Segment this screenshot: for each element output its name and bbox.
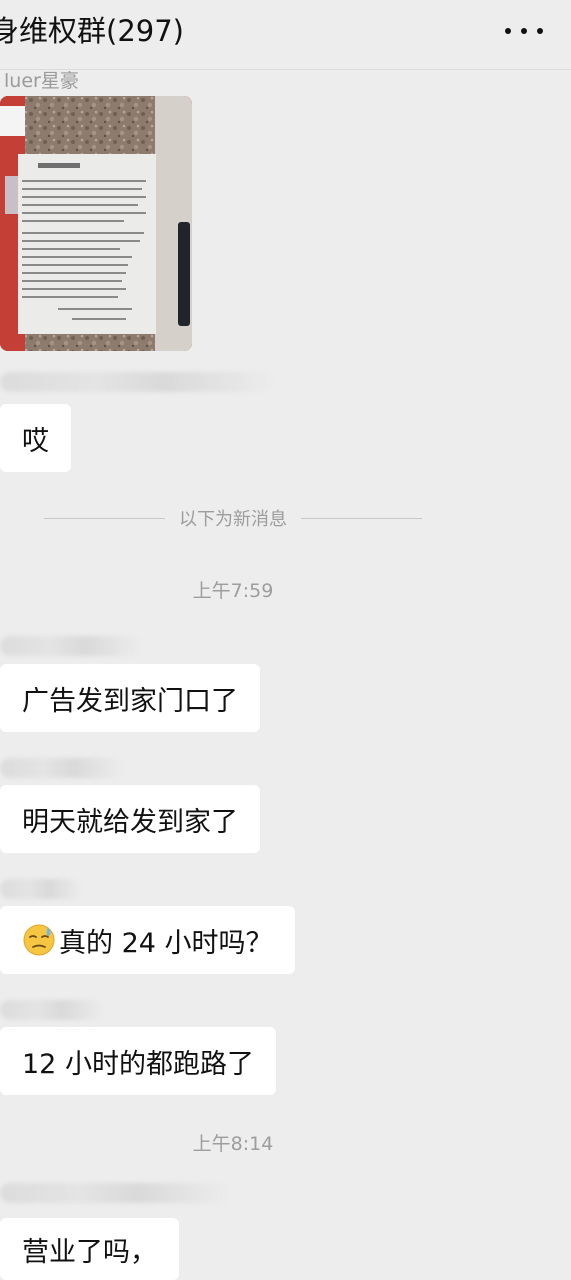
notice-photo <box>0 96 192 351</box>
blurred-sender-name <box>0 636 142 656</box>
more-options-button[interactable] <box>505 16 543 46</box>
group-title[interactable]: 身维权群(297) <box>0 11 184 51</box>
message-text: 明天就给发到家了 <box>22 806 238 838</box>
chat-screen: 身维权群(297) luer星豪 哎 以下为新消息 上午7:59 广告发到家门口… <box>0 0 571 1280</box>
blurred-sender-name <box>0 879 82 899</box>
message-bubble[interactable]: 12 小时的都跑路了 <box>0 1027 276 1095</box>
timestamp: 上午7:59 <box>192 580 274 602</box>
chat-header: 身维权群(297) <box>0 0 571 70</box>
message-text: 哎 <box>22 425 49 457</box>
message-bubble[interactable]: 营业了吗， <box>0 1218 179 1280</box>
sender-name: luer星豪 <box>4 70 79 92</box>
blurred-sender-name <box>0 1183 230 1203</box>
blurred-sender-name <box>0 758 124 778</box>
photo-message[interactable] <box>0 96 192 351</box>
message-bubble[interactable]: 哎 <box>0 404 71 472</box>
message-text: 广告发到家门口了 <box>22 685 238 717</box>
divider-line <box>44 517 165 519</box>
message-text: 营业了吗， <box>22 1236 157 1268</box>
blurred-sender-name <box>0 372 275 392</box>
message-bubble[interactable]: 广告发到家门口了 <box>0 664 260 732</box>
message-text: 12 小时的都跑路了 <box>22 1048 254 1080</box>
timestamp: 上午8:14 <box>192 1133 274 1155</box>
message-bubble[interactable]: 明天就给发到家了 <box>0 785 260 853</box>
message-bubble[interactable]: 真的 24 小时吗？ <box>0 906 295 974</box>
more-dots-icon <box>505 28 543 34</box>
blurred-sender-name <box>0 1000 104 1020</box>
message-text: 真的 24 小时吗？ <box>59 927 273 959</box>
divider-line <box>301 517 422 519</box>
divider-label: 以下为新消息 <box>179 509 287 530</box>
new-messages-divider: 以下为新消息 <box>44 506 422 530</box>
sweat-smile-emoji-icon <box>23 924 55 956</box>
